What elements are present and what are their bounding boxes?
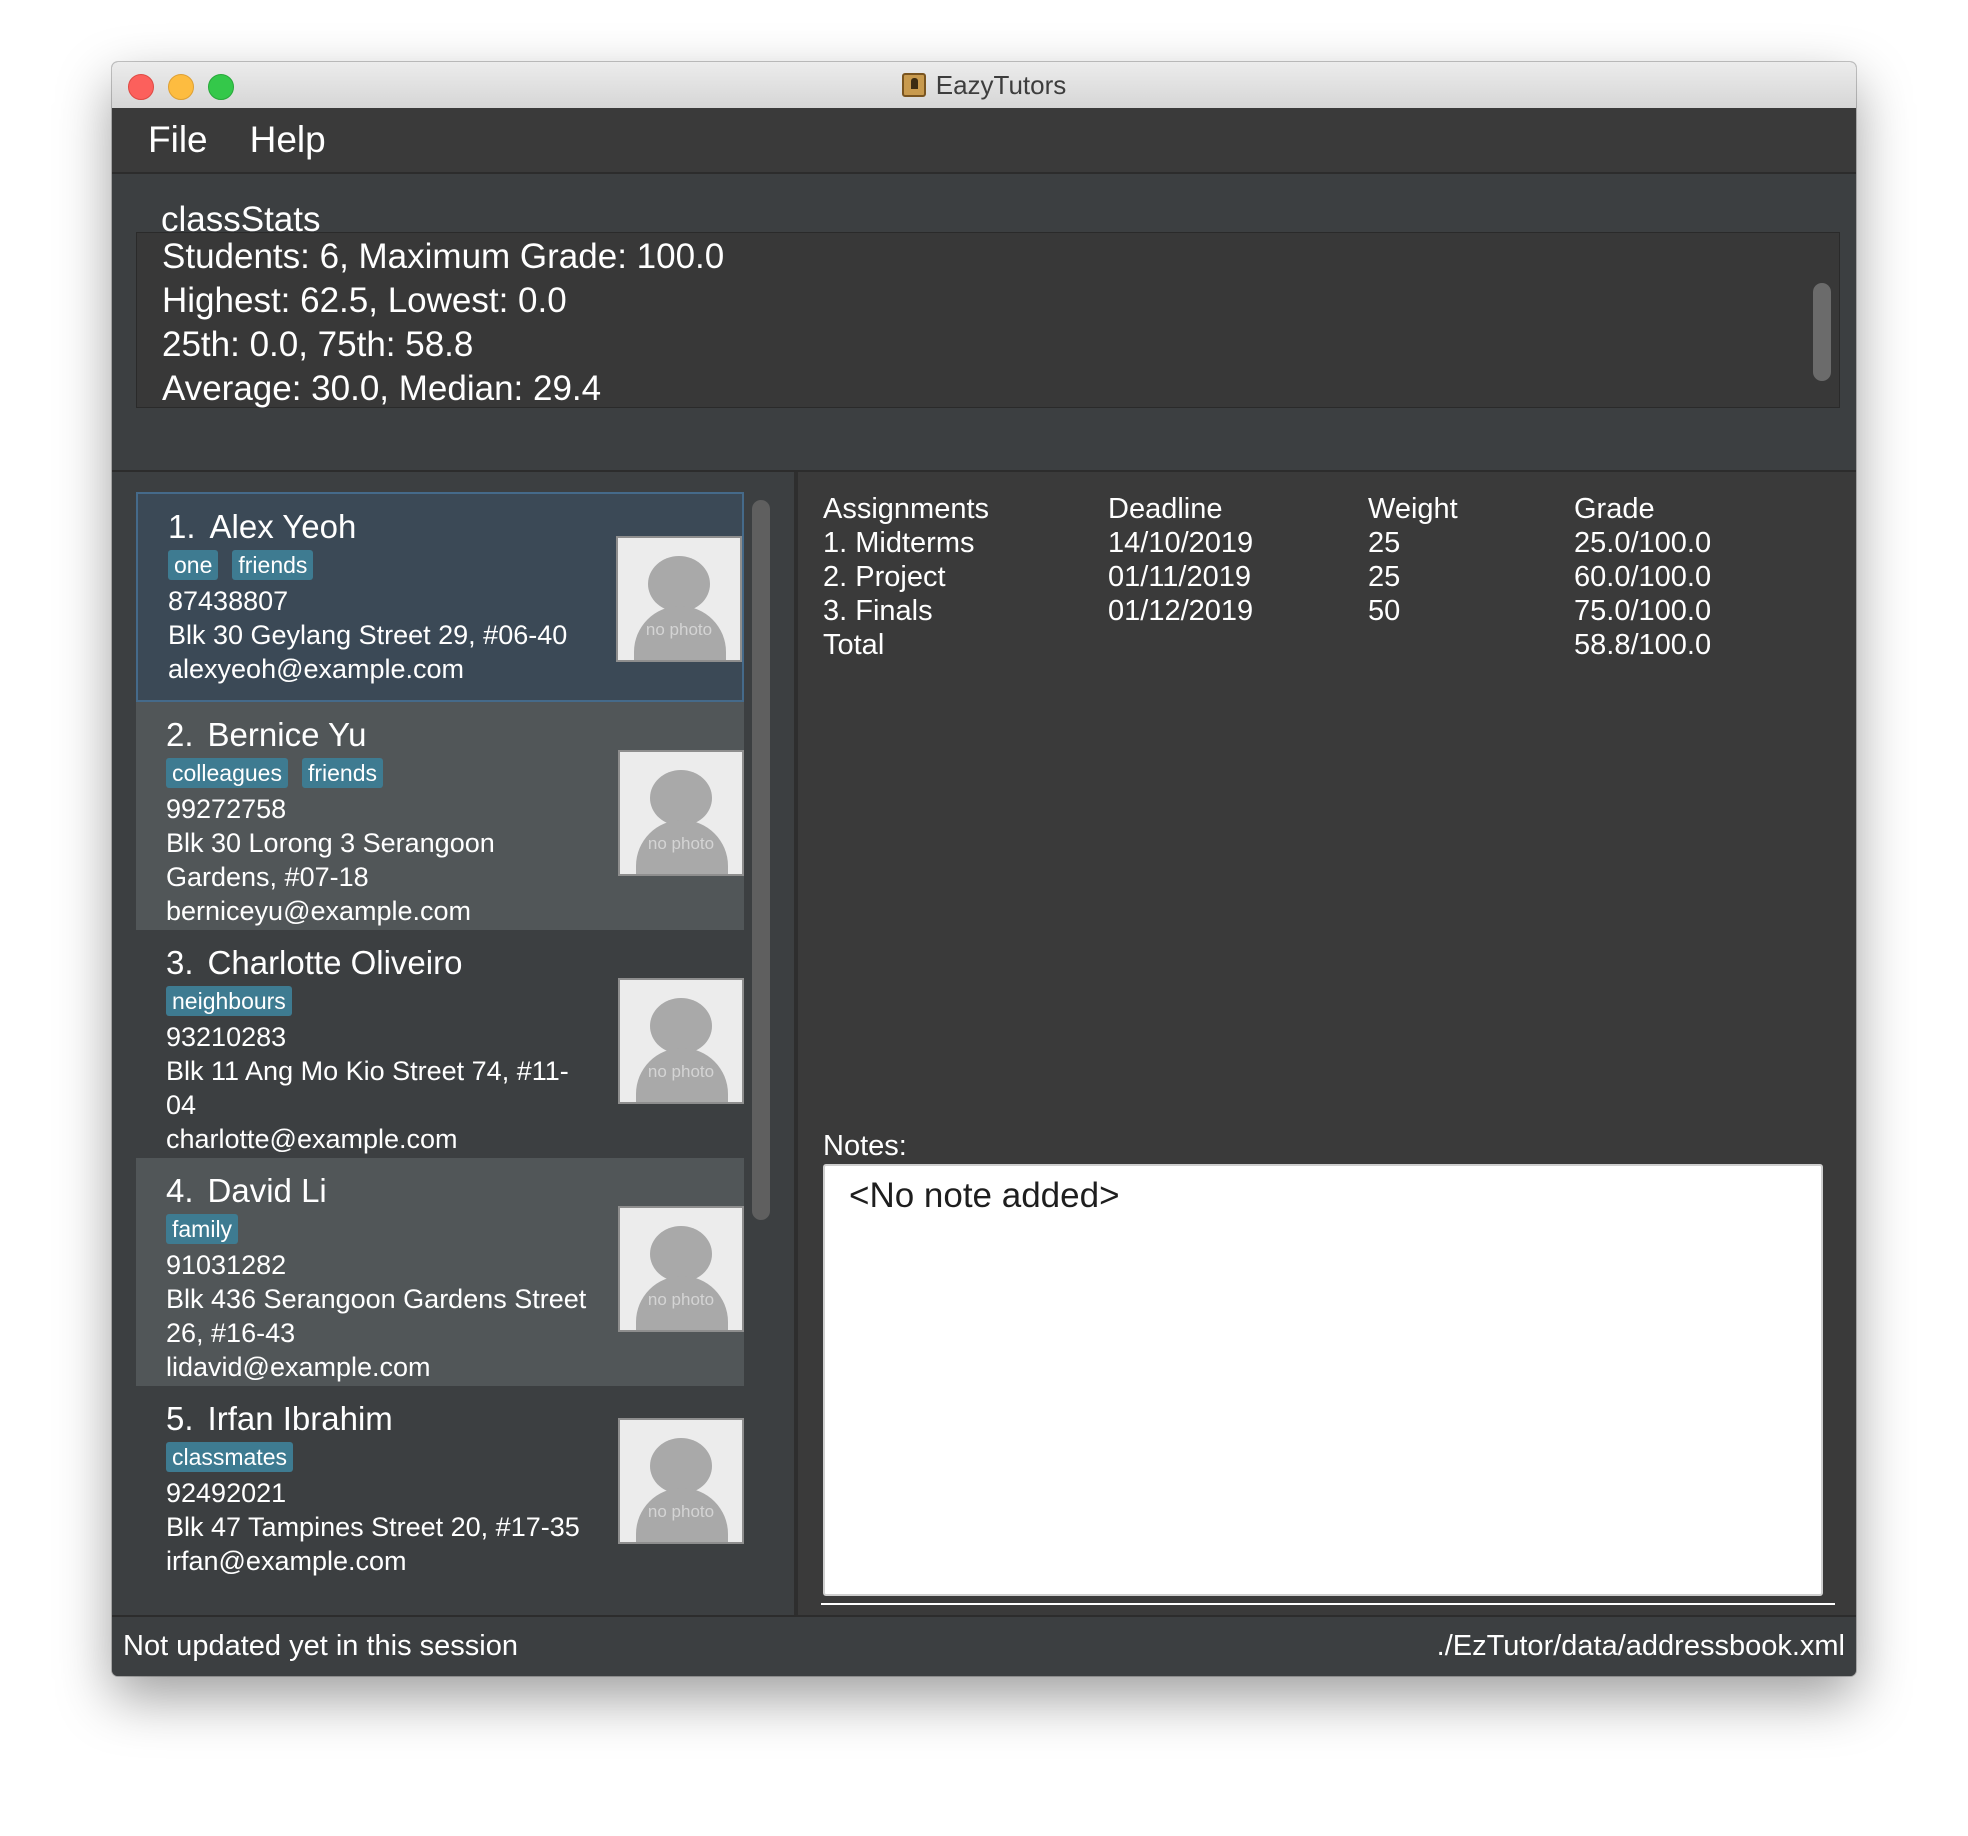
tag: neighbours xyxy=(166,986,292,1016)
tag: classmates xyxy=(166,1442,294,1472)
person-email: charlotte@example.com xyxy=(166,1124,458,1154)
result-line: Students: 6, Maximum Grade: 100.0 xyxy=(162,237,725,276)
person-index: 4. xyxy=(166,1172,194,1209)
save-location: ./EzTutor/data/addressbook.xml xyxy=(1436,1630,1845,1662)
person-address: Blk 436 Serangoon Gardens Street 26, #16… xyxy=(166,1284,587,1348)
grades-cell: 75.0/100.0 xyxy=(1574,595,1712,627)
person-index: 5. xyxy=(166,1400,194,1437)
result-scrollbar[interactable] xyxy=(1813,283,1831,381)
person-address: Blk 30 Lorong 3 Serangoon Gardens, #07-1… xyxy=(166,828,495,892)
tag: friends xyxy=(232,550,314,580)
person-list-panel: 1. Alex Yeoh one friends 87438807 Blk 30 … xyxy=(112,472,794,1617)
result-line: 25th: 0.0, 75th: 58.8 xyxy=(162,325,474,364)
person-list: 1. Alex Yeoh one friends 87438807 Blk 30 … xyxy=(136,492,744,1592)
status-bar: Not updated yet in this session ./EzTuto… xyxy=(112,1615,1856,1676)
person-card-bernice-yu[interactable]: 2. Bernice Yu colleagues friends 99272758… xyxy=(136,702,744,930)
result-line: Average: 30.0, Median: 29.4 xyxy=(162,369,602,408)
tag: colleagues xyxy=(166,758,288,788)
no-photo-caption: no photo xyxy=(647,1502,715,1521)
tag: one xyxy=(168,550,219,580)
grades-cell: 25.0/100.0 xyxy=(1574,527,1712,559)
menu-help[interactable]: Help xyxy=(250,119,326,161)
result-line: Highest: 62.5, Lowest: 0.0 xyxy=(162,281,567,320)
person-address: Blk 11 Ang Mo Kio Street 74, #11-04 xyxy=(166,1056,569,1120)
grades-header-weight: Weight xyxy=(1368,493,1458,525)
sync-status: Not updated yet in this session xyxy=(123,1630,518,1662)
person-name: Alex Yeoh xyxy=(209,508,357,545)
tag: family xyxy=(166,1214,239,1244)
person-card-charlotte-oliveiro[interactable]: 3. Charlotte Oliveiro neighbours 93210283… xyxy=(136,930,744,1158)
grades-cell: 2. Project xyxy=(823,561,946,593)
person-name: Irfan Ibrahim xyxy=(207,1400,393,1437)
menu-file[interactable]: File xyxy=(148,119,208,161)
no-photo-avatar: no photo xyxy=(618,1206,744,1332)
person-card-david-li[interactable]: 4. David Li family 91031282 Blk 436 Seran… xyxy=(136,1158,744,1386)
no-photo-avatar: no photo xyxy=(618,1418,744,1544)
grades-cell xyxy=(1368,628,1574,662)
person-address: Blk 30 Geylang Street 29, #06-40 xyxy=(168,620,568,650)
grades-total-label: Total xyxy=(823,629,885,661)
no-photo-avatar: no photo xyxy=(616,536,742,662)
menu-bar: File Help xyxy=(112,108,1856,174)
main-split: 1. Alex Yeoh one friends 87438807 Blk 30 … xyxy=(112,470,1856,1617)
grades-header-grade: Grade xyxy=(1574,493,1655,525)
no-photo-caption: no photo xyxy=(647,1290,715,1309)
grades-cell: 01/11/2019 xyxy=(1108,561,1251,593)
grades-cell xyxy=(1108,628,1368,662)
no-photo-caption: no photo xyxy=(647,1062,715,1081)
app-window: EazyTutors File Help classStats Students… xyxy=(112,62,1856,1676)
grades-total-value: 58.8/100.0 xyxy=(1574,629,1712,661)
grades-cell: 50 xyxy=(1368,595,1401,627)
title-bar: EazyTutors xyxy=(112,62,1856,109)
person-index: 1. xyxy=(168,508,196,545)
notes-label: Notes: xyxy=(823,1130,907,1162)
person-card-alex-yeoh[interactable]: 1. Alex Yeoh one friends 87438807 Blk 30 … xyxy=(136,492,744,702)
result-display: Students: 6, Maximum Grade: 100.0 Highes… xyxy=(136,232,1840,408)
grades-header-assignments: Assignments xyxy=(823,493,990,525)
person-index: 3. xyxy=(166,944,194,981)
no-photo-avatar: no photo xyxy=(618,978,744,1104)
tag: friends xyxy=(301,758,384,788)
grades-cell: 60.0/100.0 xyxy=(1574,561,1712,593)
person-list-scrollbar[interactable] xyxy=(752,500,770,1220)
address-book-icon xyxy=(901,73,926,97)
no-photo-caption: no photo xyxy=(645,620,713,639)
person-address: Blk 47 Tampines Street 20, #17-35 xyxy=(166,1512,580,1542)
no-photo-caption: no photo xyxy=(647,834,715,853)
person-card-irfan-ibrahim[interactable]: 5. Irfan Ibrahim classmates 92492021 Blk … xyxy=(136,1386,744,1592)
grades-table: Assignments Deadline Weight Grade 1. Mid… xyxy=(823,492,1794,662)
grades-cell: 25 xyxy=(1368,527,1401,559)
person-name: Charlotte Oliveiro xyxy=(207,944,463,981)
grades-header-deadline: Deadline xyxy=(1108,493,1223,525)
detail-panel: Assignments Deadline Weight Grade 1. Mid… xyxy=(798,472,1856,1617)
person-email: irfan@example.com xyxy=(166,1546,407,1576)
person-email: berniceyu@example.com xyxy=(166,896,472,926)
no-photo-avatar: no photo xyxy=(618,750,744,876)
window-title: EazyTutors xyxy=(935,69,1067,100)
notes-textarea[interactable]: <No note added> xyxy=(823,1164,1823,1596)
window-title-group: EazyTutors xyxy=(112,62,1856,108)
person-index: 2. xyxy=(166,716,194,753)
grades-cell: 14/10/2019 xyxy=(1108,527,1254,559)
grades-cell: 1. Midterms xyxy=(823,527,975,559)
person-email: lidavid@example.com xyxy=(166,1352,431,1382)
grades-cell: 01/12/2019 xyxy=(1108,595,1254,627)
grades-cell: 3. Finals xyxy=(823,595,933,627)
person-name: Bernice Yu xyxy=(207,716,367,753)
grades-cell: 25 xyxy=(1368,561,1401,593)
person-name: David Li xyxy=(207,1172,327,1209)
notes-underline xyxy=(821,1603,1835,1605)
